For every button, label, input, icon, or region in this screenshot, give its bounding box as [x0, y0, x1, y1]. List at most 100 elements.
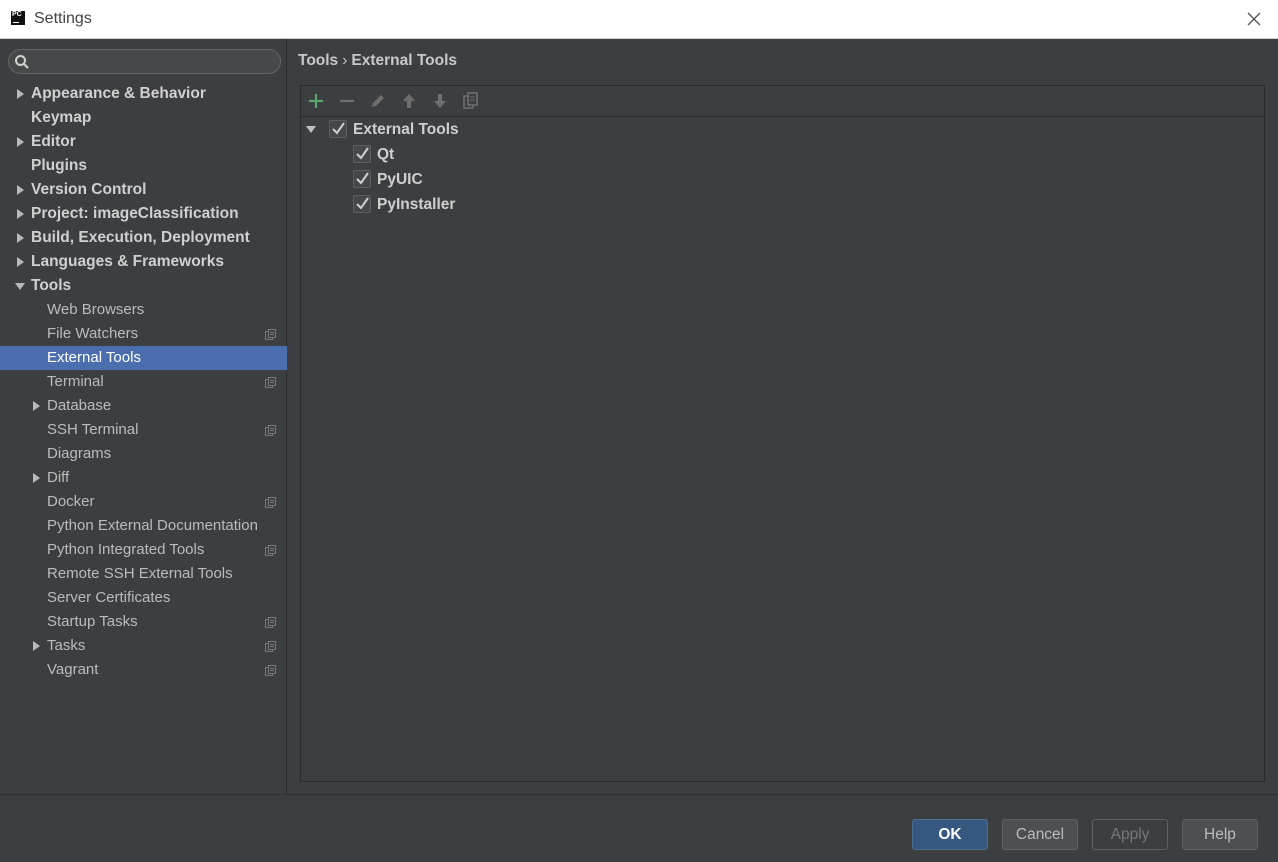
- apply-button[interactable]: Apply: [1092, 819, 1168, 850]
- sidebar-item-external-tools[interactable]: External Tools: [0, 346, 287, 370]
- sidebar-item-diagrams[interactable]: Diagrams: [0, 442, 287, 466]
- sidebar-item-label: Terminal: [47, 373, 104, 390]
- sidebar-item-label: Version Control: [31, 181, 147, 198]
- sidebar-item-ssh-terminal[interactable]: SSH Terminal: [0, 418, 287, 442]
- checkmark-icon: [356, 197, 369, 210]
- breadcrumb: Tools › External Tools: [298, 52, 457, 70]
- sidebar-item-label: File Watchers: [47, 325, 139, 342]
- sidebar-item-editor[interactable]: Editor: [0, 130, 287, 154]
- collapsed-arrow-icon[interactable]: [14, 82, 26, 106]
- tools-toolbar: [301, 86, 1264, 117]
- settings-search-input[interactable]: [8, 49, 281, 74]
- collapsed-arrow-icon[interactable]: [14, 226, 26, 250]
- main-content: Tools › External Tools External Tools Qt…: [288, 39, 1278, 794]
- collapsed-arrow-icon[interactable]: [30, 634, 42, 658]
- sidebar-item-diff[interactable]: Diff: [0, 466, 287, 490]
- tool-row[interactable]: PyUIC: [301, 167, 1264, 192]
- collapsed-arrow-icon[interactable]: [14, 130, 26, 154]
- edit-icon[interactable]: [369, 92, 387, 110]
- sidebar-item-label: Languages & Frameworks: [31, 253, 224, 270]
- close-icon[interactable]: [1244, 9, 1264, 29]
- project-scope-icon: [265, 425, 276, 436]
- cancel-button[interactable]: Cancel: [1002, 819, 1078, 850]
- sidebar-item-tools[interactable]: Tools: [0, 274, 287, 298]
- sidebar-item-label: Remote SSH External Tools: [47, 565, 233, 582]
- sidebar-item-version-control[interactable]: Version Control: [0, 178, 287, 202]
- sidebar-item-label: Appearance & Behavior: [31, 85, 206, 102]
- tool-checkbox[interactable]: [353, 145, 371, 163]
- sidebar-item-label: Build, Execution, Deployment: [31, 229, 250, 246]
- sidebar-item-label: Project: imageClassification: [31, 205, 239, 222]
- sidebar-item-database[interactable]: Database: [0, 394, 287, 418]
- collapsed-arrow-icon[interactable]: [14, 250, 26, 274]
- project-scope-icon: [265, 497, 276, 508]
- sidebar-item-startup-tasks[interactable]: Startup Tasks: [0, 610, 287, 634]
- project-scope-icon: [265, 641, 276, 652]
- breadcrumb-current: External Tools: [351, 52, 458, 69]
- move-down-icon[interactable]: [431, 92, 449, 110]
- move-up-icon[interactable]: [400, 92, 418, 110]
- checkmark-icon: [356, 172, 369, 185]
- add-icon[interactable]: [307, 92, 325, 110]
- sidebar-item-label: Diff: [47, 469, 70, 486]
- sidebar-item-project-imageclassification[interactable]: Project: imageClassification: [0, 202, 287, 226]
- sidebar-item-label: Docker: [47, 493, 95, 510]
- expanded-arrow-icon[interactable]: [305, 117, 317, 142]
- sidebar-item-label: Vagrant: [47, 661, 99, 678]
- sidebar-item-languages-frameworks[interactable]: Languages & Frameworks: [0, 250, 287, 274]
- dialog-footer: OK Cancel Apply Help: [0, 794, 1278, 862]
- sidebar-item-label: External Tools: [47, 349, 141, 366]
- sidebar-item-label: Python External Documentation: [47, 517, 258, 534]
- sidebar-item-label: Editor: [31, 133, 76, 150]
- help-button[interactable]: Help: [1182, 819, 1258, 850]
- sidebar-item-label: Startup Tasks: [47, 613, 138, 630]
- project-scope-icon: [265, 617, 276, 628]
- title-bar: PC Settings: [0, 0, 1278, 39]
- sidebar-item-appearance-behavior[interactable]: Appearance & Behavior: [0, 82, 287, 106]
- collapsed-arrow-icon[interactable]: [30, 394, 42, 418]
- checkmark-icon: [356, 147, 369, 160]
- expanded-arrow-icon[interactable]: [14, 274, 26, 298]
- sidebar-item-label: SSH Terminal: [47, 421, 139, 438]
- remove-icon[interactable]: [338, 92, 356, 110]
- sidebar-item-label: Database: [47, 397, 112, 414]
- sidebar-item-build-execution-deployment[interactable]: Build, Execution, Deployment: [0, 226, 287, 250]
- sidebar-item-web-browsers[interactable]: Web Browsers: [0, 298, 287, 322]
- sidebar-item-label: Keymap: [31, 109, 92, 126]
- collapsed-arrow-icon[interactable]: [30, 466, 42, 490]
- sidebar-item-vagrant[interactable]: Vagrant: [0, 658, 287, 682]
- sidebar-item-docker[interactable]: Docker: [0, 490, 287, 514]
- app-icon-text: PC: [12, 11, 22, 18]
- project-scope-icon: [265, 329, 276, 340]
- sidebar-item-remote-ssh-external-tools[interactable]: Remote SSH External Tools: [0, 562, 287, 586]
- sidebar-item-server-certificates[interactable]: Server Certificates: [0, 586, 287, 610]
- search-icon: [15, 55, 29, 69]
- tool-label: PyInstaller: [377, 196, 456, 213]
- tool-row[interactable]: Qt: [301, 142, 1264, 167]
- tool-group-row[interactable]: External Tools: [301, 117, 1264, 142]
- copy-icon[interactable]: [462, 92, 480, 110]
- tool-group-checkbox[interactable]: [329, 120, 347, 138]
- collapsed-arrow-icon[interactable]: [14, 202, 26, 226]
- sidebar-item-label: Tools: [31, 277, 72, 294]
- collapsed-arrow-icon[interactable]: [14, 178, 26, 202]
- external-tools-panel: External Tools Qt PyUIC PyInstaller: [300, 85, 1265, 782]
- checkmark-icon: [332, 122, 345, 135]
- sidebar-item-python-integrated-tools[interactable]: Python Integrated Tools: [0, 538, 287, 562]
- sidebar-item-terminal[interactable]: Terminal: [0, 370, 287, 394]
- tool-label: Qt: [377, 146, 395, 163]
- tool-checkbox[interactable]: [353, 195, 371, 213]
- sidebar-item-python-external-documentation[interactable]: Python External Documentation: [0, 514, 287, 538]
- tool-group-label: External Tools: [353, 121, 459, 138]
- sidebar-item-keymap[interactable]: Keymap: [0, 106, 287, 130]
- sidebar-item-file-watchers[interactable]: File Watchers: [0, 322, 287, 346]
- settings-tree: Appearance & Behavior Keymap Editor Plugins…: [0, 82, 287, 682]
- tool-row[interactable]: PyInstaller: [301, 192, 1264, 217]
- ok-button[interactable]: OK: [912, 819, 988, 850]
- sidebar-item-plugins[interactable]: Plugins: [0, 154, 287, 178]
- project-scope-icon: [265, 377, 276, 388]
- sidebar-item-tasks[interactable]: Tasks: [0, 634, 287, 658]
- breadcrumb-parent[interactable]: Tools: [298, 52, 338, 69]
- window-title: Settings: [34, 10, 92, 27]
- tool-checkbox[interactable]: [353, 170, 371, 188]
